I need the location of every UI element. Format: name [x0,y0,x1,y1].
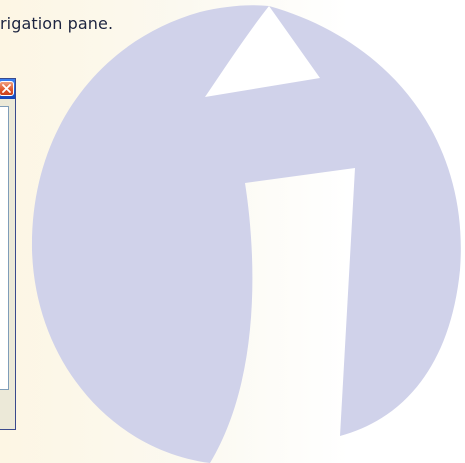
close-button[interactable] [0,81,14,96]
dialog-window [0,78,16,430]
navigation-pane[interactable] [0,106,9,390]
instruction-text: rigation pane. [0,14,114,33]
watermark-logo [31,5,461,463]
title-bar[interactable] [0,79,15,99]
